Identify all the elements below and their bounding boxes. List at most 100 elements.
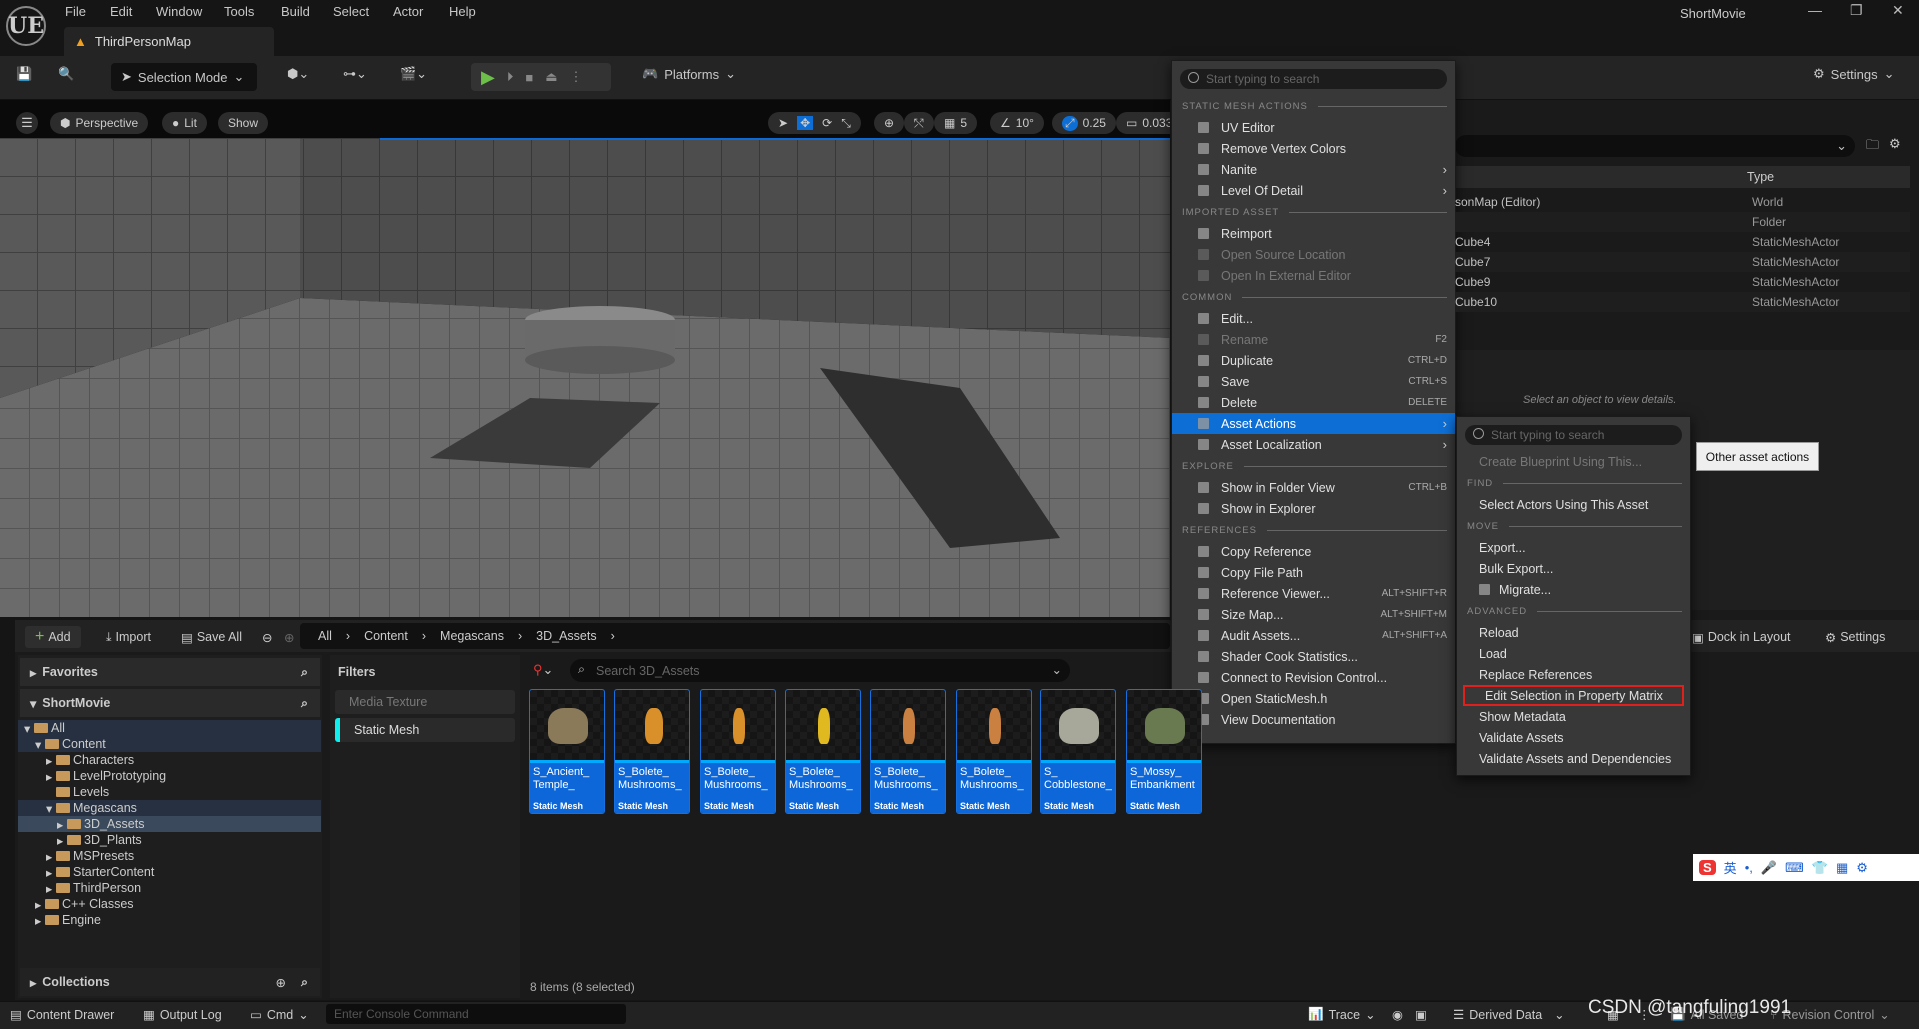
menu-item-asset-localization[interactable]: Asset Localization ›: [1172, 434, 1455, 455]
asset-search-input[interactable]: ⌕ Search 3D_Assets ⌄: [570, 659, 1070, 682]
trace-record-icon[interactable]: ◉: [1392, 1007, 1403, 1022]
show-button[interactable]: Show: [218, 112, 269, 134]
move-tool-icon[interactable]: ✥: [797, 116, 814, 130]
expand-arrow-icon[interactable]: ▸: [35, 913, 45, 928]
menu-item-level-of-detail[interactable]: Level Of Detail ›: [1172, 180, 1455, 201]
menu-item-load[interactable]: Load: [1457, 643, 1690, 664]
folder-tree-item[interactable]: ▸ Characters: [18, 752, 321, 768]
add-folder-icon[interactable]: 🗀: [1866, 136, 1879, 158]
blueprint-button[interactable]: ⊶⌄: [343, 66, 367, 82]
folder-tree-item[interactable]: Levels: [18, 784, 321, 800]
menu-item-asset-actions[interactable]: Asset Actions ›: [1172, 413, 1455, 434]
expand-arrow-icon[interactable]: ▾: [24, 721, 34, 736]
menu-item-reference-viewer[interactable]: Reference Viewer... ALT+SHIFT+R: [1172, 583, 1455, 604]
menu-item-audit-assets[interactable]: Audit Assets... ALT+SHIFT+A: [1172, 625, 1455, 646]
settings-icon[interactable]: ⚙: [1856, 860, 1868, 876]
collections-header[interactable]: ▸ Collections ⊕ ⌕: [20, 968, 320, 996]
menu-item-reload[interactable]: Reload: [1457, 622, 1690, 643]
menu-item-save[interactable]: Save CTRL+S: [1172, 371, 1455, 392]
menu-item-validate-assets-and-dependencies[interactable]: Validate Assets and Dependencies: [1457, 748, 1690, 769]
save-all-button[interactable]: ▤ Save All: [181, 626, 242, 648]
menu-item-open-source-location[interactable]: Open Source Location: [1172, 244, 1455, 265]
chevron-right-icon[interactable]: ›: [346, 629, 350, 643]
asset-tile[interactable]: S_Bolete_ Mushrooms_ Static Mesh: [614, 689, 690, 814]
scale-tool-icon[interactable]: ⤡: [841, 116, 851, 131]
scale-snap-button[interactable]: ⤢ 0.25: [1052, 112, 1116, 134]
expand-arrow-icon[interactable]: ▸: [46, 849, 56, 864]
expand-arrow-icon[interactable]: ▸: [57, 817, 67, 832]
gear-icon[interactable]: ⚙: [1889, 136, 1901, 152]
folder-tree-item[interactable]: ▸ LevelPrototyping: [18, 768, 321, 784]
menu-item-select-actors-using-this-asset[interactable]: Select Actors Using This Asset: [1457, 494, 1690, 515]
menu-item-reimport[interactable]: Reimport: [1172, 223, 1455, 244]
folder-tree-item[interactable]: ▸ C++ Classes: [18, 896, 321, 912]
ime-language[interactable]: 英: [1724, 858, 1737, 877]
menu-item-duplicate[interactable]: Duplicate CTRL+D: [1172, 350, 1455, 371]
menu-item-bulk-export[interactable]: Bulk Export...: [1457, 558, 1690, 579]
keyboard-icon[interactable]: ⌨: [1785, 860, 1804, 876]
menu-edit[interactable]: Edit: [110, 4, 132, 19]
trace-dropdown[interactable]: 📊 Trace ⌄: [1308, 1007, 1376, 1022]
folder-tree-item[interactable]: ▸ MSPresets: [18, 848, 321, 864]
output-log-button[interactable]: ▦ Output Log: [143, 1007, 222, 1023]
folder-tree-item[interactable]: ▸ ThirdPerson: [18, 880, 321, 896]
add-actor-button[interactable]: ⬢⌄: [287, 66, 309, 82]
browse-icon[interactable]: 🔍: [58, 66, 74, 82]
submenu-search[interactable]: Start typing to search: [1465, 425, 1682, 445]
menu-item-migrate[interactable]: Migrate...: [1457, 579, 1690, 600]
folder-tree-item[interactable]: ▾ Megascans: [18, 800, 321, 816]
menu-item-delete[interactable]: Delete DELETE: [1172, 392, 1455, 413]
search-icon[interactable]: ⌕: [301, 665, 308, 680]
outliner-row[interactable]: Cube10 StaticMeshActor: [1455, 292, 1910, 312]
search-icon[interactable]: ⌕: [301, 975, 308, 990]
asset-tile[interactable]: S_Bolete_ Mushrooms_ Static Mesh: [956, 689, 1032, 814]
expand-arrow-icon[interactable]: ▸: [46, 881, 56, 896]
expand-arrow-icon[interactable]: ▾: [46, 801, 56, 816]
context-menu-search[interactable]: Start typing to search: [1180, 69, 1447, 89]
breadcrumb-item[interactable]: Megascans: [440, 629, 504, 643]
menu-item-open-in-external-editor[interactable]: Open In External Editor: [1172, 265, 1455, 286]
expand-arrow-icon[interactable]: ▾: [35, 737, 45, 752]
minimize-button[interactable]: —: [1808, 2, 1822, 18]
grid-snap-button[interactable]: ▦ 5: [934, 112, 978, 134]
menu-item-open-staticmesh-h[interactable]: Open StaticMesh.h: [1172, 688, 1455, 709]
restore-button[interactable]: ❐: [1850, 2, 1863, 19]
unreal-logo[interactable]: UE: [6, 6, 46, 46]
outliner-search[interactable]: ⌄: [1455, 135, 1855, 157]
back-button[interactable]: ⊖: [262, 626, 272, 648]
favorites-header[interactable]: ▸ Favorites ⌕: [20, 658, 320, 686]
menu-item-export[interactable]: Export...: [1457, 537, 1690, 558]
add-button[interactable]: + Add: [25, 626, 81, 648]
menu-item-shader-cook-statistics[interactable]: Shader Cook Statistics...: [1172, 646, 1455, 667]
filter-dropdown-icon[interactable]: ⚲⌄: [533, 662, 553, 678]
perspective-button[interactable]: ⬢ Perspective: [50, 112, 149, 134]
folder-tree-item[interactable]: ▸ 3D_Assets: [18, 816, 321, 832]
menu-help[interactable]: Help: [449, 4, 476, 19]
folder-tree-item[interactable]: ▸ Engine: [18, 912, 321, 928]
folder-tree-item[interactable]: ▾ All: [18, 720, 321, 736]
search-icon[interactable]: ⌕: [301, 696, 308, 711]
settings-dropdown[interactable]: ⚙ Settings ⌄: [1813, 66, 1895, 82]
outliner-row[interactable]: Cube9 StaticMeshActor: [1455, 272, 1910, 292]
asset-tile[interactable]: S_Ancient_ Temple_ Static Mesh: [529, 689, 605, 814]
rotation-snap-button[interactable]: ∠ 10°: [990, 112, 1044, 134]
menu-item-uv-editor[interactable]: UV Editor: [1172, 117, 1455, 138]
chevron-right-icon[interactable]: ›: [518, 629, 522, 643]
menu-window[interactable]: Window: [156, 4, 202, 19]
menu-file[interactable]: File: [65, 4, 86, 19]
breadcrumb-item[interactable]: Content: [364, 629, 408, 643]
lit-button[interactable]: ● Lit: [162, 112, 207, 134]
menu-select[interactable]: Select: [333, 4, 369, 19]
surface-snap-toggle[interactable]: ⤲: [904, 112, 934, 134]
menu-build[interactable]: Build: [281, 4, 310, 19]
menu-item-copy-reference[interactable]: Copy Reference: [1172, 541, 1455, 562]
menu-item-show-in-explorer[interactable]: Show in Explorer: [1172, 498, 1455, 519]
menu-item-view-documentation[interactable]: View Documentation: [1172, 709, 1455, 730]
breadcrumb-item[interactable]: 3D_Assets: [536, 629, 596, 643]
select-tool-icon[interactable]: ➤: [778, 116, 788, 130]
type-column-header[interactable]: Type: [1747, 170, 1774, 184]
screenshot-icon[interactable]: ▣: [1415, 1007, 1427, 1022]
menu-item-remove-vertex-colors[interactable]: Remove Vertex Colors: [1172, 138, 1455, 159]
expand-arrow-icon[interactable]: ▸: [46, 769, 56, 784]
menu-item-edit-selection-in-property-matrix[interactable]: Edit Selection in Property Matrix: [1463, 685, 1684, 706]
